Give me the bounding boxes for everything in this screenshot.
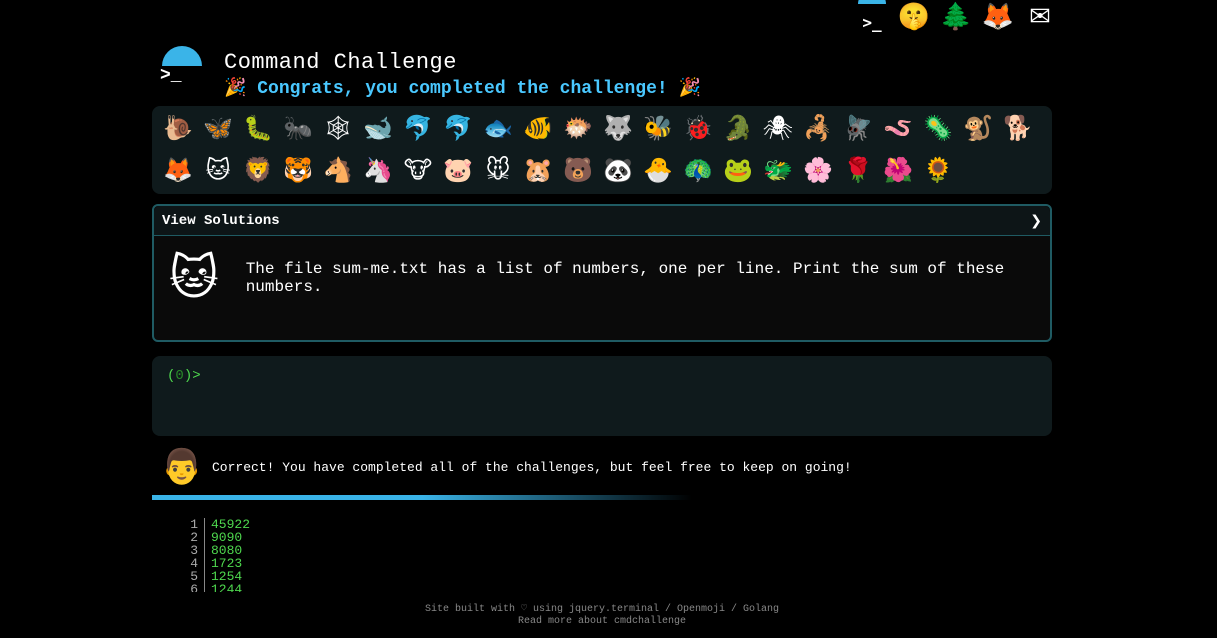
mouse-icon[interactable]: 🐭 (478, 150, 518, 190)
shushing-face-icon[interactable]: 🤫 (897, 0, 931, 34)
view-solutions-label: View Solutions (162, 212, 280, 229)
pig-icon[interactable]: 🐷 (438, 150, 478, 190)
blowfish-icon[interactable]: 🐡 (558, 108, 598, 148)
cow-icon[interactable]: 🐮 (398, 150, 438, 190)
terminal-prompt[interactable]: (0)> (167, 368, 201, 384)
footer: Site built with ♡ using jquery.terminal … (0, 604, 1204, 628)
terminal[interactable]: (0)> (152, 356, 1052, 436)
hibiscus-icon[interactable]: 🌺 (878, 150, 918, 190)
congrats-message: 🎉 Congrats, you completed the challenge!… (224, 77, 701, 99)
person-avatar-icon: 👨 (160, 447, 204, 487)
dragon-icon[interactable]: 🐲 (758, 150, 798, 190)
line-values: 45922 9090 8080 1723 1254 1244 (211, 518, 251, 592)
tiger-icon[interactable]: 🐯 (278, 150, 318, 190)
sunflower-icon[interactable]: 🌻 (918, 150, 958, 190)
horse-icon[interactable]: 🐴 (318, 150, 358, 190)
progress-divider (152, 495, 692, 500)
file-output: 1 2 3 4 5 6 45922 9090 8080 1723 1254 12… (170, 518, 250, 592)
ant-icon[interactable]: 🐜 (278, 108, 318, 148)
spider-icon[interactable]: 🕷 (758, 108, 798, 148)
result-message: 👨 Correct! You have completed all of the… (160, 446, 852, 488)
worm-icon[interactable]: 🪱 (878, 108, 918, 148)
cat-icon[interactable]: 🐱 (198, 150, 238, 190)
tree-icon[interactable]: 🌲 (939, 0, 973, 34)
chevron-right-icon[interactable]: ❯ (1030, 213, 1042, 229)
panda-icon[interactable]: 🐼 (598, 150, 638, 190)
challenge-text: The file sum-me.txt has a list of number… (245, 260, 1005, 296)
cat-avatar-icon: 🐱 (168, 250, 219, 306)
cherry-blossom-icon[interactable]: 🌸 (798, 150, 838, 190)
challenge-badges-panel: 🐌 🦋 🐛 🐜 🕸 🐋 🐬 🐬 🐟 🐠 🐡 🐺 🐝 🐞 🐊 🕷 🦂 🪰 🪱 🦠 … (152, 106, 1052, 194)
shark-icon[interactable]: 🐬 (438, 108, 478, 148)
lion-icon[interactable]: 🦁 (238, 150, 278, 190)
scorpion-icon[interactable]: 🦂 (798, 108, 838, 148)
fish-icon[interactable]: 🐟 (478, 108, 518, 148)
cmdchallenge-logo-icon[interactable]: >_ (855, 0, 889, 34)
dog-icon[interactable]: 🐕 (998, 108, 1038, 148)
result-text: Correct! You have completed all of the c… (212, 459, 852, 475)
bee-icon[interactable]: 🐝 (638, 108, 678, 148)
party-popper-icon: 🎉 (678, 77, 701, 98)
frog-icon[interactable]: 🐸 (718, 150, 758, 190)
hamster-icon[interactable]: 🐹 (518, 150, 558, 190)
mail-icon[interactable]: ✉ (1023, 0, 1057, 34)
line-numbers: 1 2 3 4 5 6 (170, 518, 205, 592)
whale-icon[interactable]: 🐋 (358, 108, 398, 148)
tropical-fish-icon[interactable]: 🐠 (518, 108, 558, 148)
butterfly-icon[interactable]: 🦋 (198, 108, 238, 148)
read-more-link[interactable]: Read more about cmdchallenge (0, 616, 1204, 628)
wolf-icon[interactable]: 🐺 (598, 108, 638, 148)
hatching-chick-icon[interactable]: 🐣 (638, 150, 678, 190)
spider-web-icon[interactable]: 🕸 (318, 108, 358, 148)
congrats-text: Congrats, you completed the challenge! (246, 79, 679, 99)
badges-row-2: 🦊 🐱 🦁 🐯 🐴 🦄 🐮 🐷 🐭 🐹 🐻 🐼 🐣 🦚 🐸 🐲 🌸 🌹 🌺 🌻 (158, 150, 958, 190)
peacock-icon[interactable]: 🦚 (678, 150, 718, 190)
footer-credits[interactable]: Site built with ♡ using jquery.terminal … (0, 604, 1204, 616)
top-icon-bar: >_ 🤫 🌲 🦊 ✉ (855, 0, 1057, 34)
challenge-panel: View Solutions ❯ 🐱 The file sum-me.txt h… (152, 204, 1052, 342)
gitlab-icon[interactable]: 🦊 (981, 0, 1015, 34)
bear-icon[interactable]: 🐻 (558, 150, 598, 190)
badges-row-1: 🐌 🦋 🐛 🐜 🕸 🐋 🐬 🐬 🐟 🐠 🐡 🐺 🐝 🐞 🐊 🕷 🦂 🪰 🪱 🦠 … (158, 108, 1038, 148)
monkey-icon[interactable]: 🐒 (958, 108, 998, 148)
caterpillar-icon[interactable]: 🐛 (238, 108, 278, 148)
fly-icon[interactable]: 🪰 (838, 108, 878, 148)
ladybug-icon[interactable]: 🐞 (678, 108, 718, 148)
microbe-icon[interactable]: 🦠 (918, 108, 958, 148)
dolphin-icon[interactable]: 🐬 (398, 108, 438, 148)
view-solutions-toggle[interactable]: View Solutions ❯ (154, 206, 1050, 236)
exit-code: 0 (175, 368, 184, 384)
page-header: >_ Command Challenge 🎉 Congrats, you com… (160, 42, 701, 99)
rose-icon[interactable]: 🌹 (838, 150, 878, 190)
party-popper-icon: 🎉 (224, 77, 247, 98)
snail-icon[interactable]: 🐌 (158, 108, 198, 148)
lizard-icon[interactable]: 🐊 (718, 108, 758, 148)
cmdchallenge-logo: >_ (160, 42, 206, 92)
fox-icon[interactable]: 🦊 (158, 150, 198, 190)
challenge-description: 🐱 The file sum-me.txt has a list of numb… (154, 236, 1050, 320)
page-title: Command Challenge (224, 50, 457, 75)
unicorn-icon[interactable]: 🦄 (358, 150, 398, 190)
